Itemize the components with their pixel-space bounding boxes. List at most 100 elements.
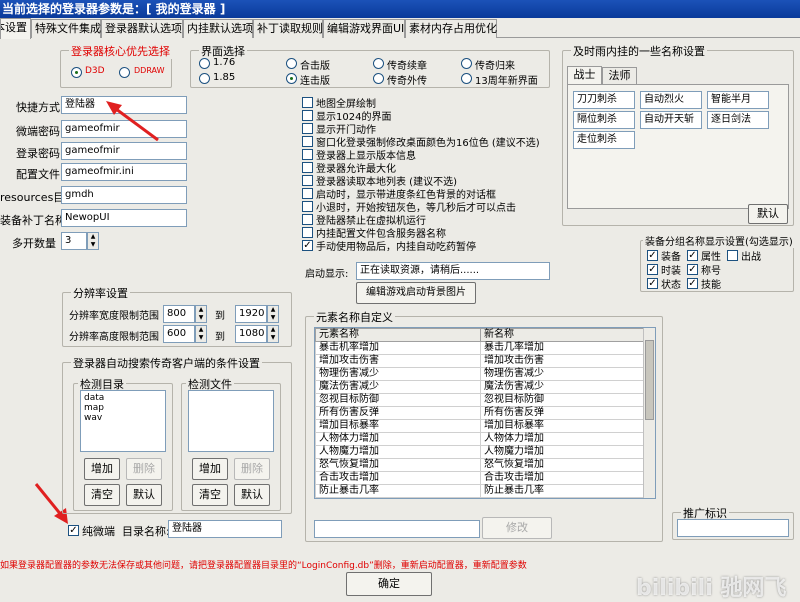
skill-input[interactable]: 走位刺杀 [573, 131, 635, 149]
element-edit-input[interactable] [314, 520, 480, 538]
file-add-button[interactable]: 增加 [192, 458, 228, 480]
check-progress-dialog[interactable] [302, 188, 313, 199]
equip-label: 出战 [741, 252, 761, 263]
table-row[interactable]: 所有伤害反弹 所有伤害反弹 [315, 406, 645, 420]
scrollbar-thumb[interactable] [645, 340, 654, 420]
table-row[interactable]: 魔法伤害减少 魔法伤害减少 [315, 380, 645, 394]
table-row[interactable]: 怒气恢复增加 怒气恢复增加 [315, 458, 645, 472]
file-clear-button[interactable]: 清空 [192, 484, 228, 506]
equip-check-attr[interactable]: ✓ [687, 250, 698, 261]
skill-input[interactable]: 自动开天斩 [640, 111, 702, 129]
ui-radio-xuzhang[interactable] [373, 58, 384, 69]
edit-startup-bg-button[interactable]: 编辑游戏启动背景图片 [356, 282, 476, 304]
skill-input[interactable]: 隔位刺杀 [573, 111, 635, 129]
check-door-anim[interactable] [302, 123, 313, 134]
table-row[interactable]: 人物魔力增加 人物魔力增加 [315, 445, 645, 459]
multi-stepper[interactable]: ▲ ▼ [87, 232, 99, 250]
tab-special-files[interactable]: 特殊文件集成 [31, 19, 101, 38]
file-default-button[interactable]: 默认 [234, 484, 270, 506]
dir-clear-button[interactable]: 清空 [84, 484, 120, 506]
check-fullscreen-map[interactable] [302, 97, 313, 108]
equip-check-fashion[interactable]: ✓ [647, 264, 658, 275]
promo-input[interactable] [677, 519, 789, 537]
height-min-stepper[interactable]: ▲ ▼ [195, 325, 207, 343]
skill-input[interactable]: 逐日剑法 [707, 111, 769, 129]
ui-radio-guilai[interactable] [461, 58, 472, 69]
tab-mage[interactable]: 法师 [602, 67, 637, 84]
check-start-gray[interactable] [302, 201, 313, 212]
check-16bit-color[interactable] [302, 136, 313, 147]
tab-memory-opt[interactable]: 素材内存占用优化 [405, 19, 497, 38]
table-row[interactable]: 人物体力增加 人物体力增加 [315, 432, 645, 446]
modify-button[interactable]: 修改 [482, 517, 552, 539]
elements-scrollbar[interactable] [643, 328, 655, 498]
skill-input[interactable]: 智能半月 [707, 91, 769, 109]
check-1024-ui[interactable] [302, 110, 313, 121]
tab-plugin-defaults[interactable]: 内挂默认选项 [183, 19, 253, 38]
ui-radio-185[interactable] [199, 73, 210, 84]
table-row[interactable]: 防止暴击几率 防止暴击几率 [315, 484, 645, 498]
table-row[interactable]: 增加目标暴率 增加目标暴率 [315, 419, 645, 433]
table-row[interactable]: 合击攻击增加 合击攻击增加 [315, 471, 645, 485]
height-min-input[interactable]: 600 [163, 325, 195, 343]
col-new-name[interactable]: 新名称 [480, 328, 645, 342]
check-no-vm[interactable] [302, 214, 313, 225]
equip-check-skill[interactable]: ✓ [687, 278, 698, 289]
check-auto-potion-pause[interactable]: ✓ [302, 240, 313, 251]
dir-add-button[interactable]: 增加 [84, 458, 120, 480]
equip-check-gear[interactable]: ✓ [647, 250, 658, 261]
dir-delete-button[interactable]: 删除 [126, 458, 162, 480]
table-row[interactable]: 暴击机率增加 暴击几率增加 [315, 341, 645, 355]
tab-basic[interactable]: 基本设置 [0, 18, 31, 39]
list-item[interactable]: wav [84, 413, 162, 423]
equip-check-status[interactable]: ✓ [647, 278, 658, 289]
tab-login-defaults[interactable]: 登录器默认选项 [101, 19, 183, 38]
tab-edit-ui[interactable]: 编辑游戏界面UI [323, 19, 405, 38]
dir-default-button[interactable]: 默认 [126, 484, 162, 506]
file-list[interactable] [188, 390, 274, 452]
dir-name-label: 目录名称: [122, 525, 170, 538]
multi-input[interactable]: 3 [61, 232, 87, 250]
patch-name-input[interactable]: NewopUI [61, 209, 187, 227]
list-item[interactable]: data [84, 393, 162, 403]
equip-check-battle[interactable] [727, 250, 738, 261]
ui-radio-waizhuan[interactable] [373, 73, 384, 84]
skill-default-button[interactable]: 默认 [748, 204, 788, 224]
width-min-stepper[interactable]: ▲ ▼ [195, 305, 207, 323]
dir-name-input[interactable]: 登陆器 [168, 520, 282, 538]
ok-button[interactable]: 确定 [346, 572, 432, 596]
table-row[interactable]: 增加攻击伤害 增加攻击伤害 [315, 354, 645, 368]
check-version-info[interactable] [302, 149, 313, 160]
skill-input[interactable]: 刀刀刺杀 [573, 91, 635, 109]
file-delete-button[interactable]: 删除 [234, 458, 270, 480]
skill-input[interactable]: 自动烈火 [640, 91, 702, 109]
micro-client-check[interactable]: ✓ [68, 525, 79, 536]
config-file-input[interactable]: gameofmir.ini [61, 163, 187, 181]
ui-radio-lianji[interactable] [286, 73, 297, 84]
d3d-radio[interactable] [71, 67, 82, 78]
resources-input[interactable]: gmdh [61, 186, 187, 204]
check-server-name[interactable] [302, 227, 313, 238]
dir-list[interactable]: data map wav [80, 390, 166, 452]
list-item[interactable]: map [84, 403, 162, 413]
check-local-list[interactable] [302, 175, 313, 186]
file-group: 检测文件 增加 删除 清空 默认 [181, 376, 281, 511]
startup-input[interactable]: 正在读取资源，请稍后...... [356, 262, 550, 280]
ddraw-radio[interactable] [119, 67, 130, 78]
tab-patch-rules[interactable]: 补丁读取规则 [253, 19, 323, 38]
table-row[interactable]: 忽视目标防御 忽视目标防御 [315, 393, 645, 407]
equip-check-title[interactable]: ✓ [687, 264, 698, 275]
check-maximize[interactable] [302, 162, 313, 173]
tab-warrior[interactable]: 战士 [567, 66, 602, 84]
ui-radio-heji[interactable] [286, 58, 297, 69]
height-max-input[interactable]: 1080 [235, 325, 267, 343]
table-row[interactable]: 物理伤害减少 物理伤害减少 [315, 367, 645, 381]
height-max-stepper[interactable]: ▲ ▼ [267, 325, 279, 343]
width-min-input[interactable]: 800 [163, 305, 195, 323]
width-max-stepper[interactable]: ▲ ▼ [267, 305, 279, 323]
elements-table[interactable]: 元素名称 新名称 暴击机率增加 暴击几率增加 增加攻击伤害 增加攻击伤害 物理伤害减… [314, 327, 656, 499]
col-element-name[interactable]: 元素名称 [315, 328, 481, 342]
ui-radio-13th[interactable] [461, 73, 472, 84]
ui-radio-176[interactable] [199, 58, 210, 69]
width-max-input[interactable]: 1920 [235, 305, 267, 323]
